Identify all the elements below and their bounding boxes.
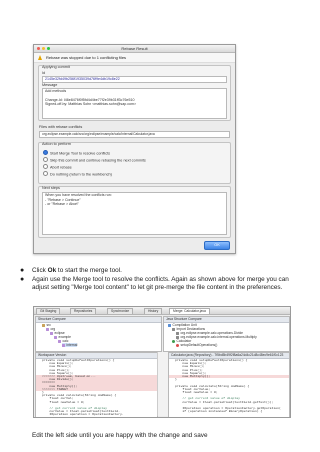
- tree-item-label: internal: [66, 343, 78, 347]
- radio-icon: [43, 157, 48, 162]
- option-skip-commit-label: Skip this commit and continue rebasing t…: [50, 158, 146, 163]
- radio-icon: [43, 171, 48, 176]
- class-icon: [172, 339, 175, 343]
- dialog-titlebar: Rebase Result: [34, 45, 235, 53]
- option-do-nothing[interactable]: Do nothing (return to the workbench): [43, 171, 112, 177]
- imports-icon: [172, 327, 175, 331]
- action-group: Action to perform Start Merge Tool to re…: [38, 142, 231, 184]
- bullet-text: Again use the Merge tool to resolve the …: [32, 276, 289, 291]
- close-window-icon[interactable]: [37, 47, 40, 50]
- action-label: Action to perform: [42, 142, 71, 146]
- structure-compare-pane: Structure Compare src org eclipse exampl…: [35, 316, 162, 352]
- bullet-click-ok: ● Click Ok to start the merge tool.: [20, 267, 294, 275]
- message-label: Message: [42, 83, 58, 87]
- workspace-version-pane[interactable]: Workspace Version private void setupDefa…: [35, 352, 158, 417]
- tab-history[interactable]: History: [144, 308, 163, 314]
- next-steps-group: Next steps When you have resolved the co…: [38, 186, 231, 238]
- applying-commit-group: Applying commit Id 2145e32fd49b256f19350…: [38, 65, 231, 121]
- bullet-use-merge-tool: ● Again use the Merge tool to resolve th…: [20, 276, 294, 291]
- option-merge-tool-label: Start Merge Tool to resolve conflicts: [50, 151, 111, 156]
- rebase-result-dialog: Rebase Result Rebase was stopped due to …: [33, 44, 236, 254]
- tree-item-label: org.eclipse.example.calc.internal.operat…: [180, 335, 257, 339]
- option-skip-commit[interactable]: Skip this commit and continue rebasing t…: [43, 157, 146, 163]
- structure-compare-title: Structure Compare: [36, 317, 161, 323]
- java-file-icon: [168, 323, 171, 327]
- bullet-icon: ●: [20, 267, 25, 274]
- dialog-message-row: Rebase was stopped due to 1 conflicting …: [34, 53, 235, 63]
- package-icon: [54, 335, 57, 339]
- tree-item[interactable]: internal: [62, 343, 78, 347]
- tree-item-label: setupDefaultOperations(): [180, 343, 218, 347]
- bullet-text-prefix: Click: [32, 267, 48, 274]
- next-steps-label: Next steps: [42, 186, 60, 190]
- package-icon: [50, 331, 53, 335]
- commit-id-field[interactable]: 2145e32fd49b256f1935039d76f9e4db19c8e22: [42, 76, 227, 83]
- bullet-text-bold: Ok: [47, 267, 57, 274]
- java-structure-compare-pane: Java Structure Compare Compilation Unit …: [163, 316, 290, 352]
- bullet-icon: ●: [20, 276, 25, 283]
- zoom-window-icon[interactable]: [47, 47, 50, 50]
- conflict-file-list[interactable]: org.eclipse.example.calc/src/org/eclipse…: [39, 131, 230, 138]
- folder-icon: [42, 323, 45, 327]
- dialog-message: Rebase was stopped due to 1 conflicting …: [46, 55, 127, 60]
- edit-instruction-text: Edit the left side until you are happy w…: [32, 432, 208, 439]
- radio-selected-icon: [43, 150, 48, 155]
- warning-icon: [38, 55, 42, 60]
- minimize-window-icon[interactable]: [42, 47, 45, 50]
- signed-off-line: Signed-off-by: Matthias Sohn <matthias.s…: [45, 102, 137, 107]
- option-abort-rebase-label: Abort rebase: [50, 165, 72, 170]
- tab-merge-calculator[interactable]: Merge: Calculator.java: [169, 308, 210, 314]
- option-do-nothing-label: Do nothing (return to the workbench): [50, 172, 112, 177]
- ok-button[interactable]: OK: [204, 241, 230, 250]
- merge-tool-screenshot: Git Staging Repositories Synchronize His…: [33, 306, 291, 418]
- method-icon: [176, 343, 179, 347]
- code-line: if (operation instanceof BinaryOperation…: [175, 409, 263, 414]
- radio-icon: [43, 164, 48, 169]
- commit-message-field[interactable]: Add methods Change-Id: I46e8476f0f5fd4d4…: [42, 88, 227, 119]
- tab-git-staging[interactable]: Git Staging: [36, 308, 61, 314]
- next-steps-text: When you have resolved the conflicts run…: [42, 192, 227, 235]
- view-tab-bar: Git Staging Repositories Synchronize His…: [34, 307, 290, 315]
- package-icon: [58, 339, 61, 343]
- files-with-conflicts-label: Files with rebase conflicts: [39, 125, 83, 129]
- option-merge-tool[interactable]: Start Merge Tool to resolve conflicts: [43, 150, 110, 156]
- repository-version-pane: Calculator.java (Repository) - 7f5bd5b49…: [168, 352, 290, 417]
- code-line: IOperation operation = OperationFactory.: [42, 412, 124, 417]
- package-icon: [46, 327, 49, 331]
- tab-repositories[interactable]: Repositories: [70, 308, 97, 314]
- dialog-title: Rebase Result: [121, 46, 148, 51]
- applying-commit-label: Applying commit: [42, 65, 70, 69]
- package-icon: [62, 343, 65, 347]
- id-label: Id: [42, 71, 46, 75]
- next-steps-line: - or "Rebase > Abort": [45, 202, 79, 207]
- tree-item[interactable]: setupDefaultOperations(): [176, 343, 217, 347]
- tab-synchronize[interactable]: Synchronize: [107, 308, 134, 314]
- bullet-text-suffix: to start the merge tool.: [56, 267, 122, 274]
- option-abort-rebase[interactable]: Abort rebase: [43, 164, 72, 170]
